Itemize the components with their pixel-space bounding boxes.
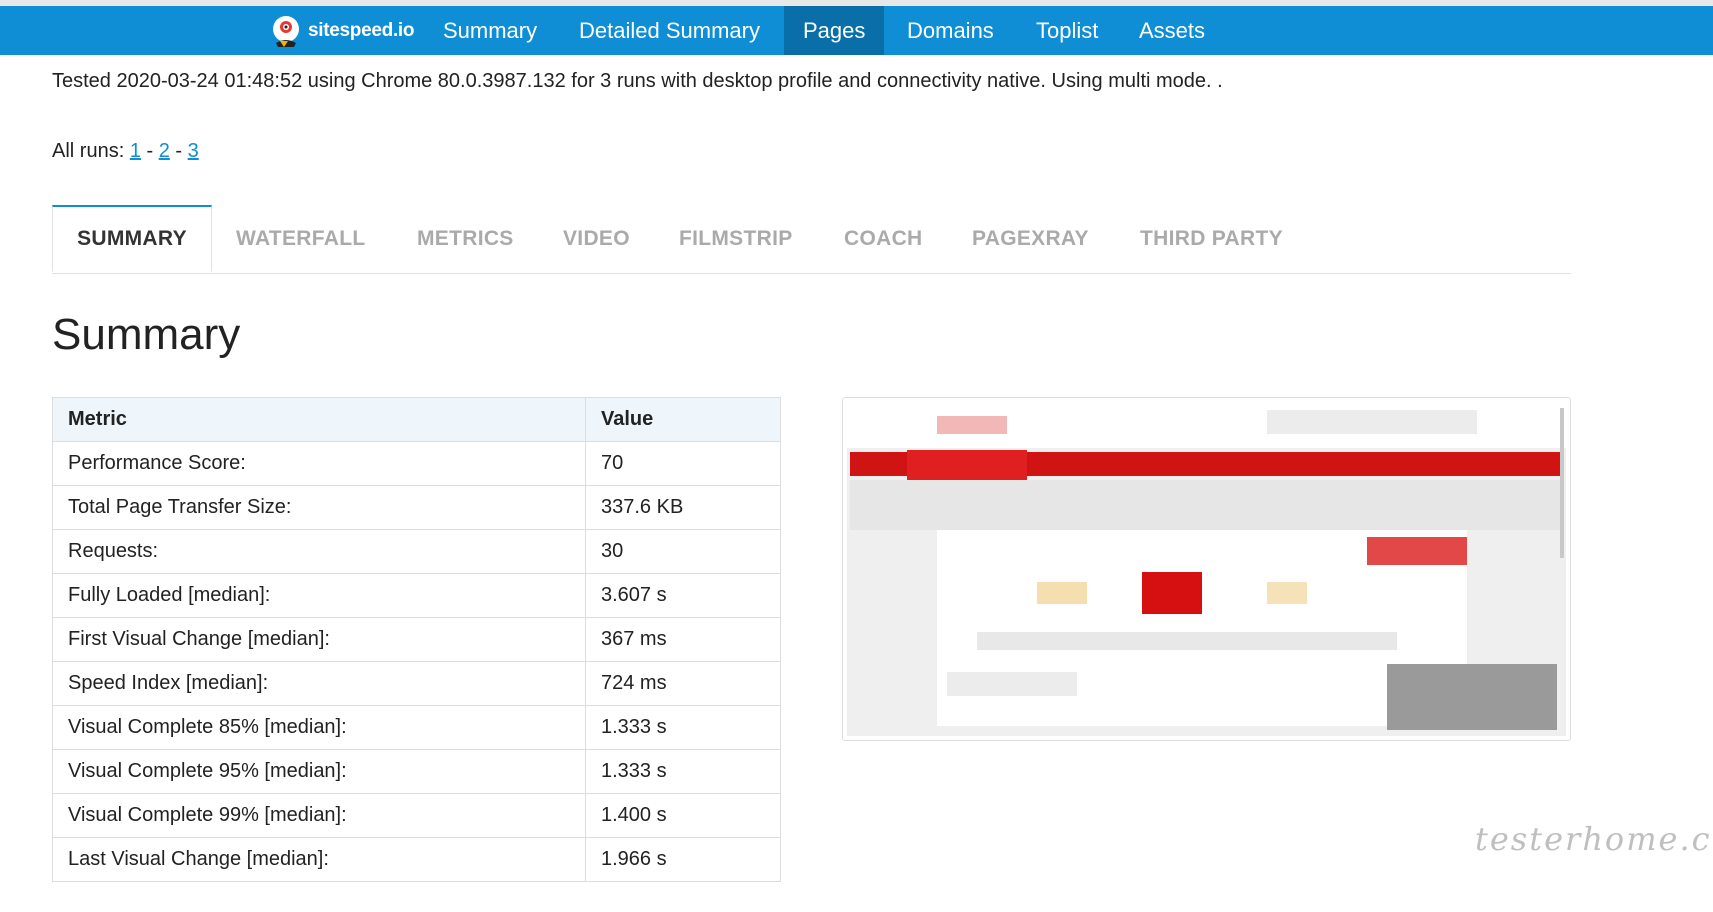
metric-value: 367 ms: [585, 617, 781, 662]
blurred-screenshot-image: [847, 402, 1566, 736]
metric-value: 1.333 s: [585, 749, 781, 794]
runs-label: All runs:: [52, 140, 125, 162]
nav-summary[interactable]: Summary: [424, 6, 556, 55]
column-header-metric: Metric: [52, 397, 586, 442]
column-header-value: Value: [585, 397, 781, 442]
page-screenshot-thumbnail[interactable]: [842, 397, 1571, 741]
top-navbar: sitespeed.io Summary Detailed Summary Pa…: [0, 6, 1713, 55]
metric-value: 337.6 KB: [585, 485, 781, 530]
table-row: First Visual Change [median]: 367 ms: [52, 617, 781, 662]
metric-name: Performance Score:: [52, 441, 586, 486]
run-link-1[interactable]: 1: [130, 140, 141, 162]
nav-detailed-summary[interactable]: Detailed Summary: [560, 6, 779, 55]
tab-coach[interactable]: COACH: [844, 205, 923, 273]
metric-name: Visual Complete 99% [median]:: [52, 793, 586, 838]
table-row: Visual Complete 85% [median]: 1.333 s: [52, 705, 781, 750]
tab-metrics[interactable]: METRICS: [417, 205, 514, 273]
sitespeed-logo-icon: [268, 13, 304, 49]
table-row: Visual Complete 99% [median]: 1.400 s: [52, 793, 781, 838]
summary-heading: Summary: [52, 310, 241, 359]
runs-separator: -: [140, 140, 159, 162]
table-header-row: Metric Value: [52, 397, 781, 442]
nav-domains[interactable]: Domains: [888, 6, 1013, 55]
metric-name: Visual Complete 95% [median]:: [52, 749, 586, 794]
table-row: Speed Index [median]: 724 ms: [52, 661, 781, 706]
table-row: Performance Score: 70: [52, 441, 781, 486]
metric-value: 1.966 s: [585, 837, 781, 882]
metric-name: Requests:: [52, 529, 586, 574]
metric-value: 30: [585, 529, 781, 574]
brand-name: sitespeed.io: [308, 19, 415, 41]
table-row: Total Page Transfer Size: 337.6 KB: [52, 485, 781, 530]
tab-filmstrip[interactable]: FILMSTRIP: [679, 205, 793, 273]
page-tabs: SUMMARY WATERFALL METRICS VIDEO FILMSTRI…: [52, 205, 1571, 274]
nav-pages[interactable]: Pages: [784, 6, 885, 55]
metric-value: 1.400 s: [585, 793, 781, 838]
tab-third-party[interactable]: THIRD PARTY: [1140, 205, 1283, 273]
run-link-2[interactable]: 2: [159, 140, 170, 162]
all-runs: All runs: 1 - 2 - 3: [52, 140, 199, 163]
table-row: Visual Complete 95% [median]: 1.333 s: [52, 749, 781, 794]
watermark: testerhome.com: [1475, 820, 1713, 858]
test-info-text: Tested 2020-03-24 01:48:52 using Chrome …: [52, 70, 1223, 92]
nav-assets[interactable]: Assets: [1120, 6, 1224, 55]
metric-name: First Visual Change [median]:: [52, 617, 586, 662]
nav-toplist[interactable]: Toplist: [1017, 6, 1117, 55]
metric-value: 724 ms: [585, 661, 781, 706]
tab-summary[interactable]: SUMMARY: [52, 205, 212, 272]
run-link-3[interactable]: 3: [188, 140, 199, 162]
metric-value: 3.607 s: [585, 573, 781, 618]
summary-table: Metric Value Performance Score: 70 Total …: [52, 397, 781, 882]
tab-waterfall[interactable]: WATERFALL: [236, 205, 365, 273]
brand[interactable]: sitespeed.io: [268, 6, 415, 55]
tab-video[interactable]: VIDEO: [563, 205, 630, 273]
metric-value: 70: [585, 441, 781, 486]
metric-value: 1.333 s: [585, 705, 781, 750]
metric-name: Speed Index [median]:: [52, 661, 586, 706]
runs-separator: -: [169, 140, 188, 162]
metric-name: Fully Loaded [median]:: [52, 573, 586, 618]
metric-name: Total Page Transfer Size:: [52, 485, 586, 530]
table-row: Fully Loaded [median]: 3.607 s: [52, 573, 781, 618]
table-row: Last Visual Change [median]: 1.966 s: [52, 837, 781, 882]
metric-name: Visual Complete 85% [median]:: [52, 705, 586, 750]
metric-name: Last Visual Change [median]:: [52, 837, 586, 882]
table-row: Requests: 30: [52, 529, 781, 574]
tab-pagexray[interactable]: PAGEXRAY: [972, 205, 1089, 273]
